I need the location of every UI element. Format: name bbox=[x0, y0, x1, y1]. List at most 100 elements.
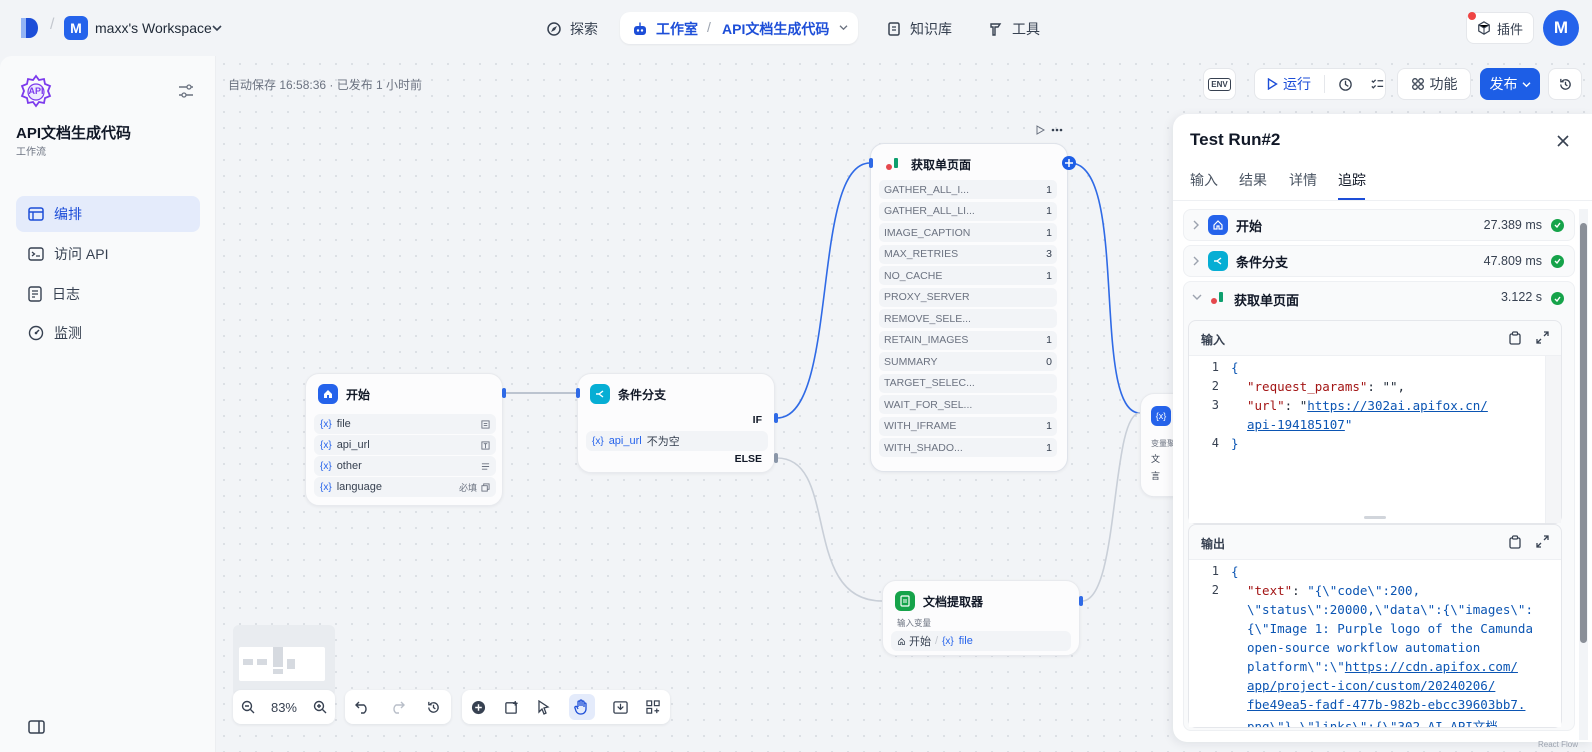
node-start[interactable]: 开始 {x} file {x} api_url {x} other {x} langua… bbox=[305, 373, 503, 506]
undo-icon[interactable] bbox=[355, 701, 370, 714]
features-button[interactable]: 功能 bbox=[1397, 68, 1471, 100]
output-box-label: 输出 bbox=[1201, 537, 1226, 551]
code-line: app/project-icon/custom/20240206/ bbox=[1247, 678, 1496, 693]
param-name: REMOVE_SELE... bbox=[884, 312, 971, 325]
features-icon bbox=[1411, 78, 1424, 90]
fetch-param-row: TARGET_SELEC... bbox=[879, 373, 1057, 393]
panel-scrollbar[interactable] bbox=[1579, 209, 1588, 740]
node-actions[interactable] bbox=[1035, 122, 1075, 138]
param-value: 1 bbox=[1046, 334, 1052, 346]
home-icon bbox=[898, 637, 905, 645]
trace-input-box: 输入 1 2 3 4 { "request_params": "", "url"… bbox=[1188, 320, 1562, 524]
branch-icon bbox=[1208, 251, 1228, 271]
resize-handle[interactable] bbox=[1364, 516, 1386, 519]
expand-icon[interactable] bbox=[1536, 535, 1549, 548]
jina-icon bbox=[1210, 290, 1226, 306]
export-image-icon[interactable] bbox=[612, 700, 628, 715]
copy-icon[interactable] bbox=[1509, 535, 1521, 549]
param-name: WITH_SHADO... bbox=[884, 441, 963, 454]
code-scrollbar[interactable] bbox=[1545, 356, 1561, 523]
cond-var: api_url bbox=[608, 435, 642, 447]
node-fetch-page[interactable]: 获取单页面 GATHER_ALL_I... 1 GATHER_ALL_LI... 1 I… bbox=[870, 143, 1068, 472]
code-line: "text": "{\"code\":200, bbox=[1247, 583, 1421, 598]
play-icon bbox=[1267, 78, 1278, 90]
tab-trace[interactable]: 追踪 bbox=[1338, 170, 1366, 190]
fetch-param-row: WITH_IFRAME 1 bbox=[879, 416, 1057, 436]
tab-detail[interactable]: 详情 bbox=[1289, 170, 1317, 190]
extractor-input-label: 输入变量 bbox=[897, 618, 932, 628]
if-label: IF bbox=[752, 414, 762, 426]
tab-input[interactable]: 输入 bbox=[1190, 170, 1218, 190]
start-var-api-url: {x} api_url bbox=[314, 435, 496, 455]
code-line: "url": "https://302ai.apifox.cn/ bbox=[1247, 398, 1488, 413]
organize-icon[interactable] bbox=[646, 699, 661, 715]
condition-input-handle[interactable] bbox=[576, 388, 580, 398]
required-tag: 必填 bbox=[458, 482, 477, 493]
zoom-in-icon[interactable] bbox=[313, 700, 327, 714]
input-code[interactable]: 1 2 3 4 { "request_params": "", "url": "… bbox=[1189, 355, 1561, 523]
fetch-param-row: WITH_SHADO... 1 bbox=[879, 438, 1057, 457]
cond-op: 不为空 bbox=[646, 436, 680, 448]
select-icon bbox=[481, 482, 490, 492]
file-icon bbox=[481, 419, 490, 429]
add-note-icon[interactable] bbox=[504, 700, 519, 715]
start-output-handle[interactable] bbox=[502, 388, 506, 398]
tab-result[interactable]: 结果 bbox=[1239, 170, 1267, 190]
fetch-param-row: PROXY_SERVER bbox=[879, 287, 1057, 307]
node-doc-extractor[interactable]: 文档提取器 输入变量 开始 / {x} file bbox=[882, 580, 1080, 656]
tab-divider bbox=[1173, 200, 1592, 201]
play-icon[interactable] bbox=[1035, 125, 1045, 135]
close-icon[interactable] bbox=[1557, 135, 1569, 147]
zoom-out-icon[interactable] bbox=[241, 700, 255, 714]
add-node-icon[interactable] bbox=[1062, 156, 1076, 170]
variable-icon: {x} bbox=[1151, 406, 1171, 426]
expand-icon[interactable] bbox=[1536, 331, 1549, 344]
aggregator-row-1: 文 bbox=[1151, 454, 1161, 464]
hand-tool-button[interactable] bbox=[568, 694, 595, 720]
node-condition-title: 条件分支 bbox=[618, 387, 667, 402]
publish-button[interactable]: 发布 bbox=[1480, 68, 1540, 100]
checklist-icon[interactable] bbox=[1370, 77, 1385, 92]
jina-icon bbox=[883, 154, 903, 174]
more-icon[interactable] bbox=[1051, 128, 1063, 132]
code-line: \"status\":20000,\"data\":{\"images\": bbox=[1247, 602, 1533, 617]
node-condition[interactable]: 条件分支 IF {x} api_url 不为空 ELSE bbox=[577, 373, 775, 473]
param-value: 1 bbox=[1046, 205, 1052, 217]
code-line: } bbox=[1231, 436, 1239, 451]
history-icon[interactable] bbox=[426, 700, 441, 715]
zoom-controls: 83% bbox=[233, 690, 335, 724]
zoom-level[interactable]: 83% bbox=[271, 700, 297, 715]
scrollbar-thumb[interactable] bbox=[1580, 223, 1587, 643]
paragraph-icon bbox=[481, 462, 490, 470]
history-icon bbox=[1559, 78, 1571, 90]
code-line: open-source workflow automation bbox=[1247, 640, 1481, 655]
trace-item-condition[interactable]: 条件分支 47.809 ms bbox=[1183, 245, 1575, 277]
trace-time: 3.122 s bbox=[1500, 290, 1542, 304]
trace-item-start[interactable]: 开始 27.389 ms bbox=[1183, 209, 1575, 241]
run-label[interactable]: 运行 bbox=[1283, 74, 1311, 94]
chevron-down-icon bbox=[1522, 81, 1530, 87]
fetch-param-row: REMOVE_SELE... bbox=[879, 309, 1057, 328]
copy-icon[interactable] bbox=[1509, 331, 1521, 345]
run-history-icon[interactable] bbox=[1338, 77, 1353, 92]
extractor-input-var: 开始 / {x} file bbox=[891, 631, 1071, 651]
param-name: IMAGE_CAPTION bbox=[884, 226, 971, 239]
fetch-input-handle[interactable] bbox=[869, 158, 873, 168]
line-number: 1 bbox=[1211, 360, 1219, 374]
else-output-handle[interactable] bbox=[774, 453, 778, 463]
env-button[interactable]: ENV bbox=[1203, 68, 1236, 100]
var-name: language bbox=[336, 481, 382, 493]
pointer-icon[interactable] bbox=[537, 699, 550, 715]
output-code[interactable]: 1 2 { "text": "{\"code\":200, \"status\"… bbox=[1189, 559, 1561, 727]
version-history-button[interactable] bbox=[1548, 68, 1582, 100]
start-var-file: {x} file bbox=[314, 414, 496, 434]
redo-icon[interactable] bbox=[390, 701, 406, 714]
minimap[interactable] bbox=[233, 625, 335, 697]
home-icon bbox=[1208, 215, 1228, 235]
if-output-handle[interactable] bbox=[774, 413, 778, 423]
chevron-right-icon bbox=[1193, 256, 1199, 266]
aggregator-label: 变量聚 bbox=[1151, 439, 1175, 448]
add-node-icon[interactable] bbox=[471, 700, 486, 715]
extractor-output-handle[interactable] bbox=[1079, 596, 1083, 606]
param-name: SUMMARY bbox=[884, 355, 938, 368]
